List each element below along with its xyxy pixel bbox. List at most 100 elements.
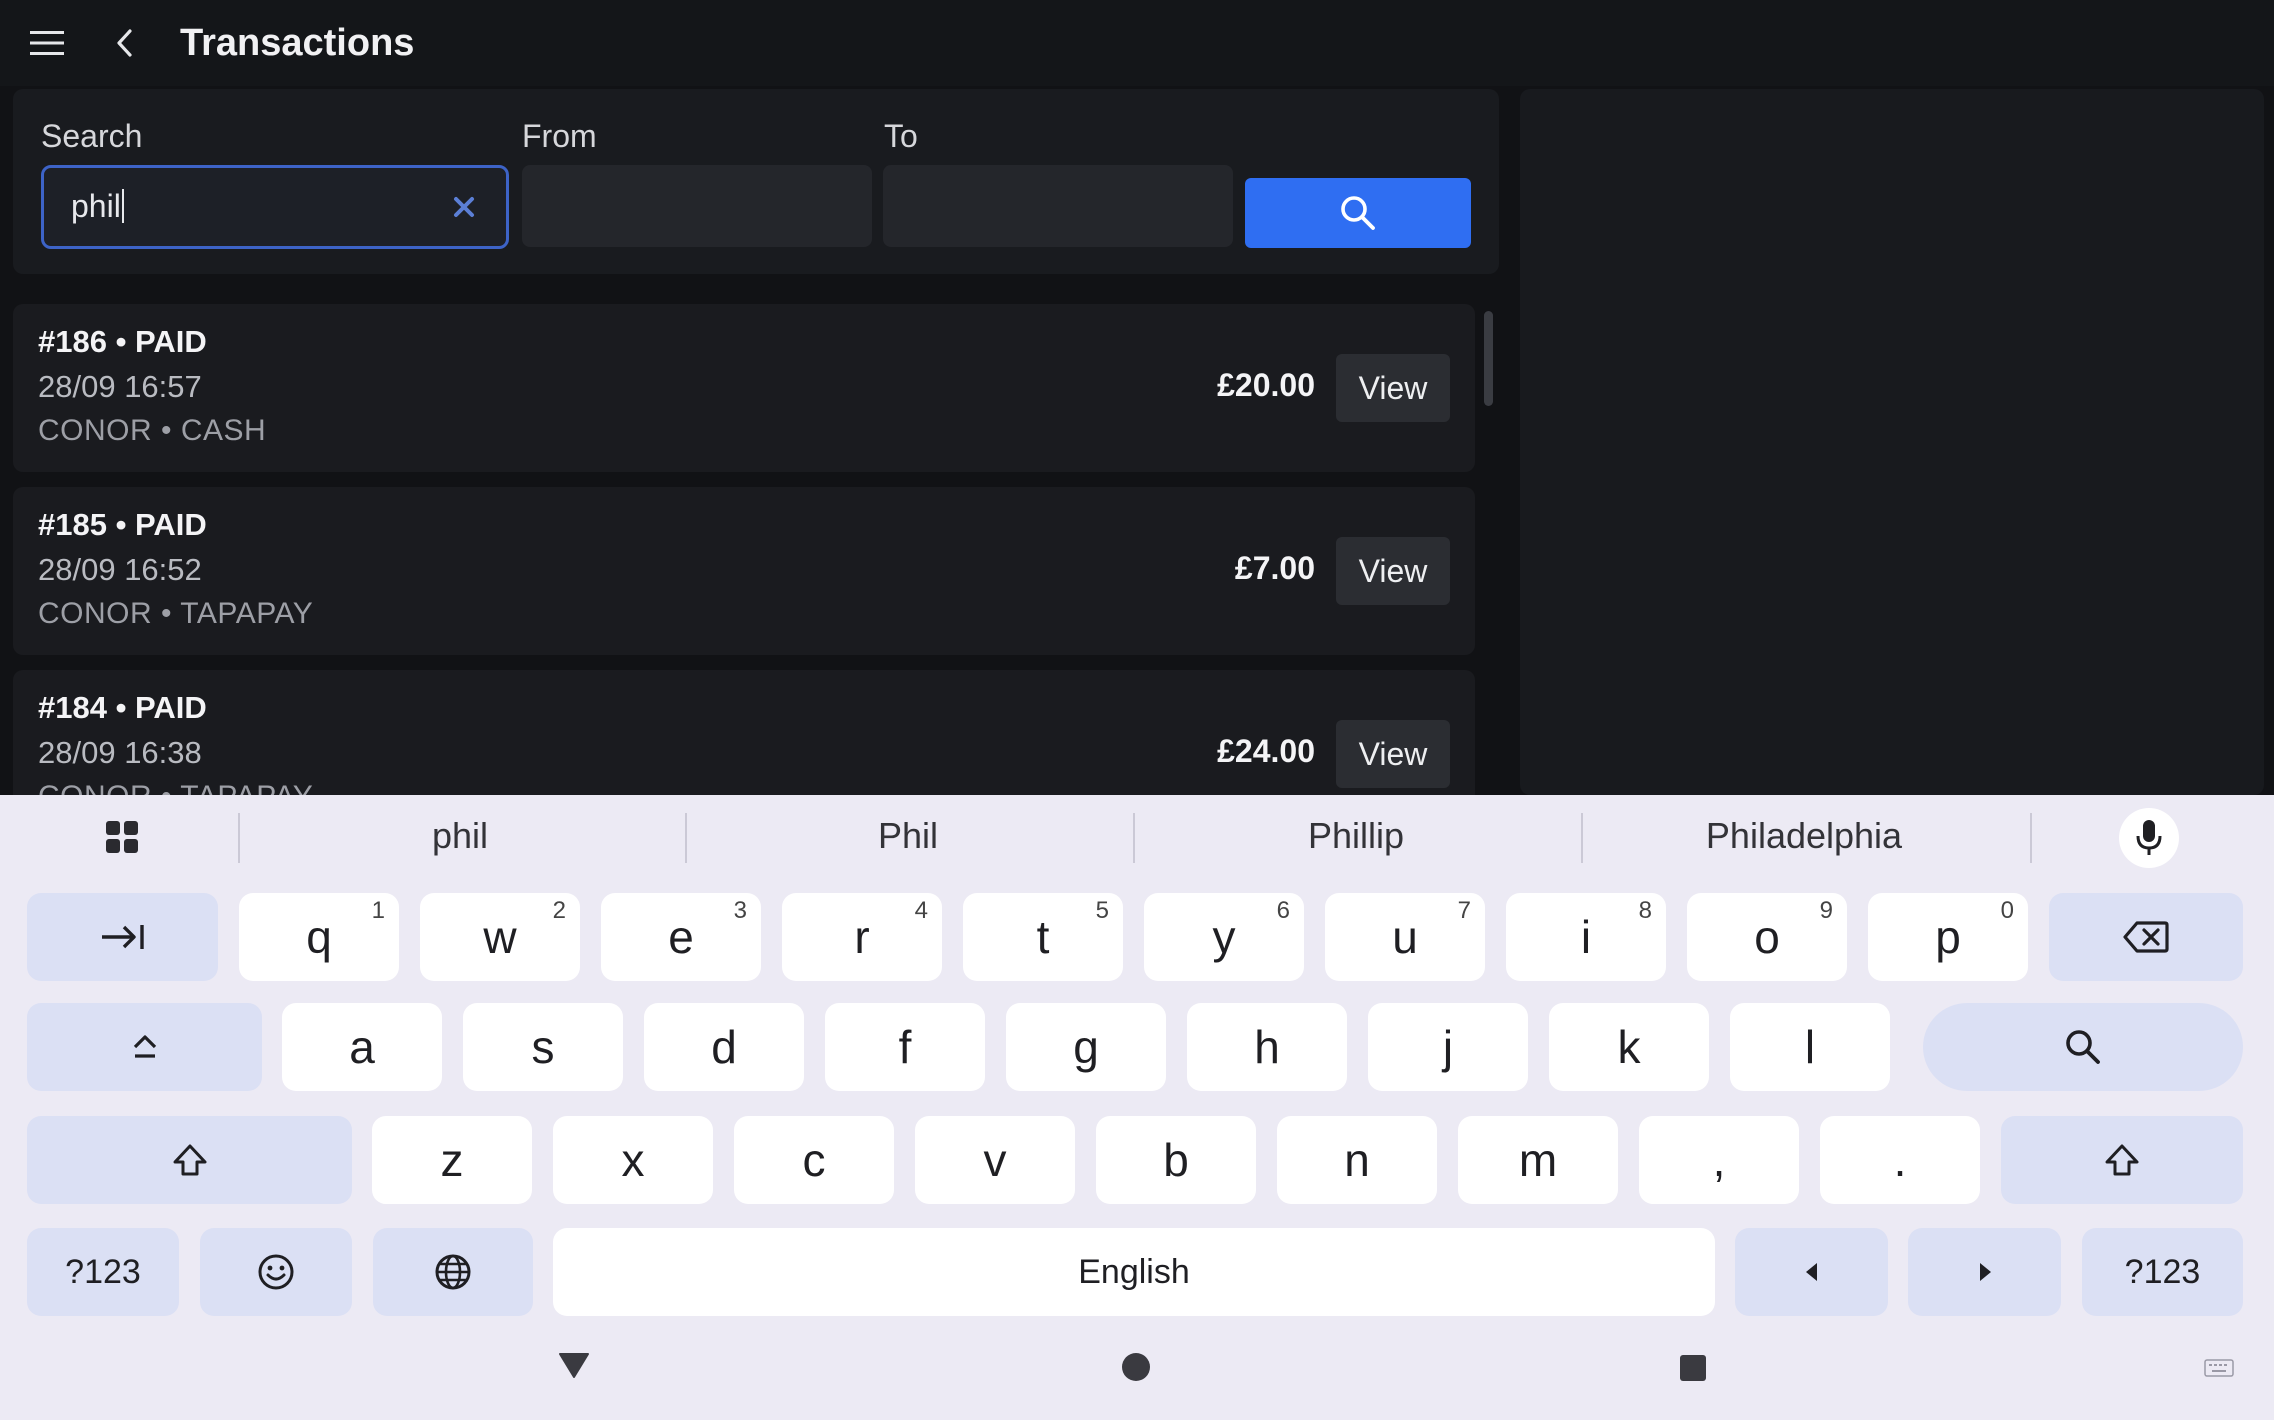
suggestion-4[interactable]: Philadelphia [1604, 811, 2004, 861]
key-period[interactable]: . [1820, 1116, 1980, 1204]
key-x[interactable]: x [553, 1116, 713, 1204]
key-m[interactable]: m [1458, 1116, 1618, 1204]
caps-lock-key[interactable] [27, 1003, 262, 1091]
triangle-down-icon [559, 1353, 589, 1378]
home-button[interactable] [1114, 1345, 1158, 1389]
key-e[interactable]: e3 [601, 893, 761, 981]
hide-keyboard-button[interactable] [548, 1345, 600, 1385]
key-a[interactable]: a [282, 1003, 442, 1091]
suggestion-divider [2030, 813, 2032, 863]
transaction-row[interactable]: #184 • PAID 28/09 16:38 CONOR • TAPAPAY … [13, 670, 1475, 795]
key-label: i [1580, 911, 1592, 963]
voice-input-button[interactable] [2119, 808, 2179, 868]
suggestion-3[interactable]: Phillip [1156, 811, 1556, 861]
key-p[interactable]: p0 [1868, 893, 2028, 981]
search-button[interactable] [1245, 178, 1471, 248]
key-z[interactable]: z [372, 1116, 532, 1204]
view-button[interactable]: View [1336, 537, 1450, 605]
transaction-meta: CONOR • CASH [38, 414, 267, 447]
key-d[interactable]: d [644, 1003, 804, 1091]
space-bar[interactable]: English [553, 1228, 1715, 1316]
key-w[interactable]: w2 [420, 893, 580, 981]
to-label: To [884, 118, 918, 154]
search-input-value: phil [71, 188, 124, 225]
clear-search-button[interactable] [444, 186, 484, 228]
suggestion-bar: phil Phil Phillip Philadelphia [0, 795, 2274, 877]
suggestion-divider [1581, 813, 1583, 863]
arrow-right-icon [1979, 1263, 1991, 1281]
key-g[interactable]: g [1006, 1003, 1166, 1091]
key-hint: 1 [371, 897, 385, 924]
to-date-input[interactable] [883, 165, 1233, 247]
key-label: u [1392, 911, 1418, 963]
backspace-key[interactable] [2049, 893, 2243, 981]
search-input[interactable]: phil [41, 165, 509, 249]
key-hint: 9 [1819, 897, 1833, 924]
recents-button[interactable] [1672, 1347, 1714, 1389]
transaction-row[interactable]: #186 • PAID 28/09 16:57 CONOR • CASH £20… [13, 304, 1475, 472]
back-button[interactable] [100, 20, 150, 66]
key-l[interactable]: l [1730, 1003, 1890, 1091]
app-bar: Transactions [0, 0, 2274, 86]
key-hint: 8 [1638, 897, 1652, 924]
key-label: e [668, 911, 694, 963]
key-h[interactable]: h [1187, 1003, 1347, 1091]
shift-key-left[interactable] [27, 1116, 352, 1204]
key-j[interactable]: j [1368, 1003, 1528, 1091]
key-u[interactable]: u7 [1325, 893, 1485, 981]
suggestion-divider [1133, 813, 1135, 863]
key-label: q [306, 911, 332, 963]
search-input-text: phil [71, 188, 121, 224]
key-y[interactable]: y6 [1144, 893, 1304, 981]
key-b[interactable]: b [1096, 1116, 1256, 1204]
menu-button[interactable] [22, 20, 72, 66]
key-label: p [1935, 911, 1961, 963]
transaction-amount: £24.00 [1217, 733, 1315, 769]
key-label: w [483, 911, 517, 963]
key-o[interactable]: o9 [1687, 893, 1847, 981]
shift-icon [2105, 1144, 2139, 1176]
key-c[interactable]: c [734, 1116, 894, 1204]
key-i[interactable]: i8 [1506, 893, 1666, 981]
key-v[interactable]: v [915, 1116, 1075, 1204]
close-icon [454, 197, 474, 217]
view-button[interactable]: View [1336, 720, 1450, 788]
key-hint: 3 [733, 897, 747, 924]
keyboard-icon [2204, 1359, 2234, 1377]
suggestion-1[interactable]: phil [260, 811, 660, 861]
suggestion-2[interactable]: Phil [708, 811, 1108, 861]
emoji-key[interactable] [200, 1228, 352, 1316]
cursor-left-key[interactable] [1735, 1228, 1888, 1316]
key-k[interactable]: k [1549, 1003, 1709, 1091]
keyboard-apps-button[interactable] [90, 809, 154, 865]
key-s[interactable]: s [463, 1003, 623, 1091]
key-hint: 6 [1276, 897, 1290, 924]
transaction-row[interactable]: #185 • PAID 28/09 16:52 CONOR • TAPAPAY … [13, 487, 1475, 655]
keyboard-switcher-button[interactable] [2196, 1355, 2242, 1381]
transaction-amount: £7.00 [1234, 550, 1315, 586]
key-q[interactable]: q1 [239, 893, 399, 981]
key-label: o [1754, 911, 1780, 963]
symbols-key-left[interactable]: ?123 [27, 1228, 179, 1316]
search-action-key[interactable] [1923, 1003, 2243, 1091]
key-label: y [1212, 911, 1236, 963]
backspace-icon [2123, 921, 2169, 953]
grid-icon [106, 821, 138, 853]
transaction-title: #185 • PAID [38, 507, 207, 542]
symbols-key-right[interactable]: ?123 [2082, 1228, 2243, 1316]
tab-key[interactable] [27, 893, 218, 981]
shift-key-right[interactable] [2001, 1116, 2243, 1204]
key-t[interactable]: t5 [963, 893, 1123, 981]
key-hint: 0 [2000, 897, 2014, 924]
cursor-right-key[interactable] [1908, 1228, 2061, 1316]
transaction-title: #186 • PAID [38, 324, 207, 359]
key-r[interactable]: r4 [782, 893, 942, 981]
language-key[interactable] [373, 1228, 533, 1316]
key-comma[interactable]: , [1639, 1116, 1799, 1204]
from-date-input[interactable] [522, 165, 872, 247]
key-f[interactable]: f [825, 1003, 985, 1091]
key-n[interactable]: n [1277, 1116, 1437, 1204]
tab-icon [101, 925, 144, 949]
list-scrollbar[interactable] [1484, 311, 1493, 406]
view-button[interactable]: View [1336, 354, 1450, 422]
